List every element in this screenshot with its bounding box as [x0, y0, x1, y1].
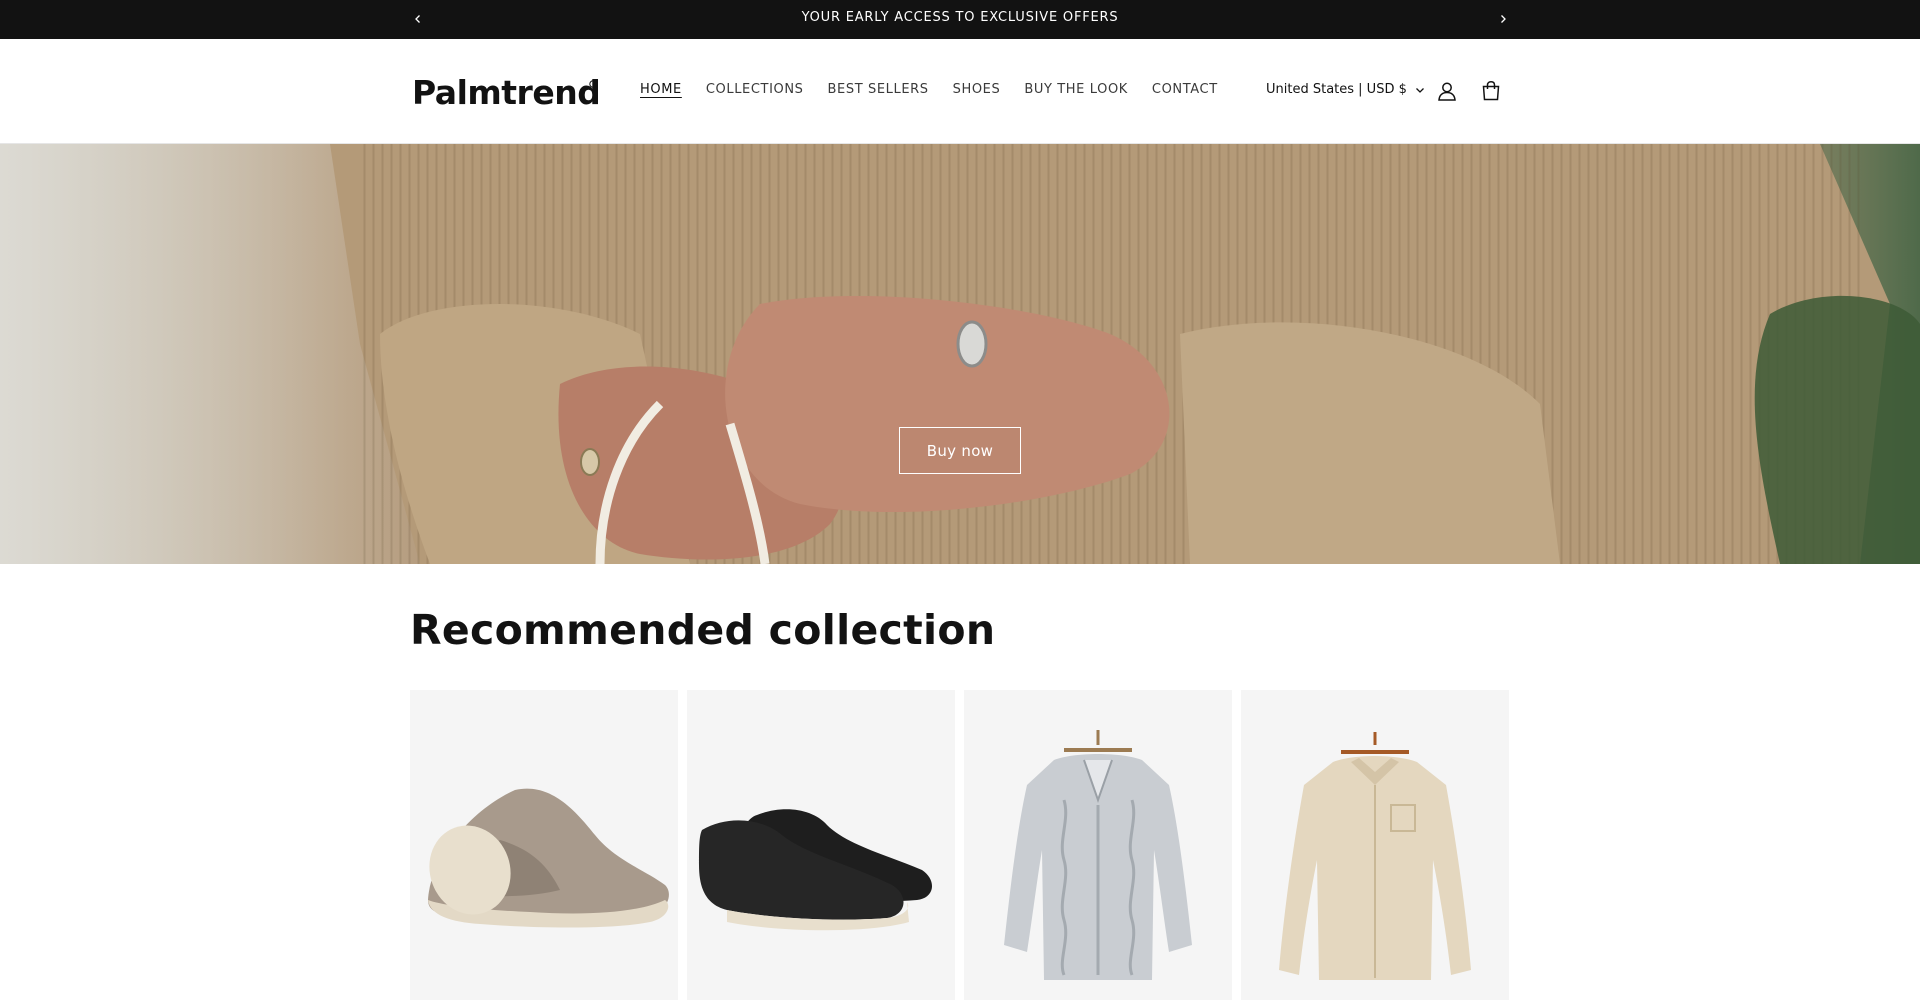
hero-image: [0, 144, 1920, 564]
nav-collections[interactable]: COLLECTIONS: [706, 82, 804, 97]
nav-contact[interactable]: CONTACT: [1152, 82, 1218, 97]
nav-buy-the-look[interactable]: BUY THE LOOK: [1024, 82, 1128, 97]
shopping-bag-icon[interactable]: [1478, 78, 1504, 104]
taupe-suede-loafer-image: [428, 788, 669, 928]
buy-now-button[interactable]: Buy now: [899, 427, 1021, 474]
svg-text:Palmtrend: Palmtrend: [412, 73, 598, 112]
palmtrend-logo[interactable]: Palmtrend: [412, 72, 598, 112]
announcement-text: YOUR EARLY ACCESS TO EXCLUSIVE OFFERS: [801, 10, 1119, 25]
user-icon[interactable]: [1434, 78, 1460, 104]
nav-best-sellers[interactable]: BEST SELLERS: [828, 82, 929, 97]
product-card[interactable]: [410, 690, 678, 1000]
section-title: Recommended collection: [410, 606, 996, 654]
site-header: Palmtrend HOME COLLECTIONS BEST SELLERS …: [0, 39, 1920, 144]
grey-cable-knit-sweater-image: [1004, 730, 1192, 980]
nav-home[interactable]: HOME: [640, 82, 682, 97]
nav-shoes[interactable]: SHOES: [953, 82, 1001, 97]
product-grid: [410, 690, 1509, 1000]
chevron-right-icon[interactable]: [1492, 8, 1514, 30]
black-suede-chukka-image: [699, 809, 933, 931]
product-card[interactable]: [1241, 690, 1509, 1000]
product-card[interactable]: [964, 690, 1232, 1000]
chevron-down-icon: [1415, 87, 1424, 93]
product-card[interactable]: [687, 690, 955, 1000]
beige-linen-shirt-image: [1279, 732, 1471, 980]
main-nav: HOME COLLECTIONS BEST SELLERS SHOES BUY …: [640, 82, 1218, 97]
hero-banner: Buy now: [0, 144, 1920, 564]
country-selector[interactable]: United States | USD $: [1266, 82, 1425, 97]
announcement-bar: YOUR EARLY ACCESS TO EXCLUSIVE OFFERS: [0, 0, 1920, 39]
country-selector-label: United States | USD $: [1266, 82, 1407, 97]
